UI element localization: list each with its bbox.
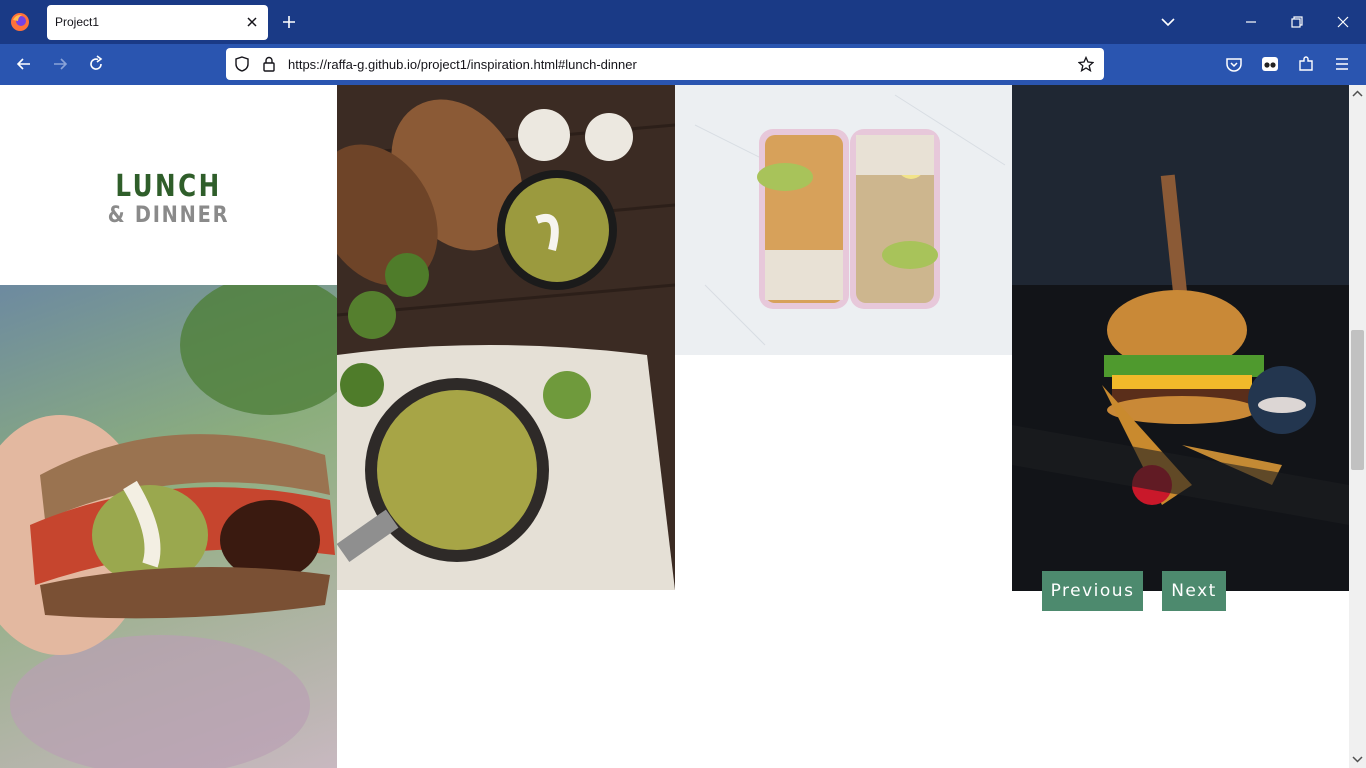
- burger-and-wedges-photo: [1012, 85, 1349, 591]
- navigation-toolbar: https://raffa-g.github.io/project1/inspi…: [0, 44, 1366, 85]
- scroll-up-arrow-icon[interactable]: [1352, 90, 1363, 98]
- next-button[interactable]: Next: [1162, 571, 1226, 611]
- tab-project1[interactable]: Project1: [47, 5, 268, 40]
- vertical-scrollbar[interactable]: [1349, 85, 1366, 768]
- previous-button[interactable]: Previous: [1042, 571, 1143, 611]
- section-heading: LUNCH & DINNER: [0, 85, 337, 285]
- restore-icon[interactable]: [1287, 12, 1307, 32]
- scrollbar-thumb[interactable]: [1351, 330, 1364, 470]
- minimize-icon[interactable]: [1241, 12, 1261, 32]
- meal-prep-boxes-photo: [675, 85, 1012, 355]
- soup-and-bread-photo: [337, 85, 675, 590]
- address-bar[interactable]: https://raffa-g.github.io/project1/inspi…: [226, 48, 1104, 80]
- heading-lunch: LUNCH: [115, 169, 222, 204]
- extension-glasses-icon[interactable]: [1260, 54, 1280, 74]
- firefox-logo-icon: [11, 13, 29, 31]
- hamburger-menu-icon[interactable]: [1332, 54, 1352, 74]
- heading-dinner: & DINNER: [107, 203, 230, 228]
- lock-icon[interactable]: [261, 56, 277, 72]
- extensions-puzzle-icon[interactable]: [1296, 54, 1316, 74]
- scroll-down-arrow-icon[interactable]: [1352, 755, 1363, 763]
- forward-arrow-icon[interactable]: [50, 54, 70, 74]
- close-tab-icon[interactable]: [246, 16, 258, 28]
- falafel-sandwich-photo: [0, 285, 337, 768]
- bookmark-star-icon[interactable]: [1078, 56, 1094, 72]
- new-tab-plus-icon[interactable]: [280, 13, 298, 31]
- close-window-icon[interactable]: [1333, 12, 1353, 32]
- list-all-tabs-chevron-icon[interactable]: [1158, 12, 1178, 32]
- tab-bar: Project1: [0, 0, 1366, 44]
- tracking-protection-shield-icon[interactable]: [234, 56, 250, 72]
- back-arrow-icon[interactable]: [14, 54, 34, 74]
- url-text[interactable]: https://raffa-g.github.io/project1/inspi…: [288, 57, 637, 72]
- reload-icon[interactable]: [86, 54, 106, 74]
- tab-title: Project1: [55, 15, 100, 29]
- pocket-icon[interactable]: [1224, 54, 1244, 74]
- page-content: LUNCH & DINNER Previous Next: [0, 85, 1349, 768]
